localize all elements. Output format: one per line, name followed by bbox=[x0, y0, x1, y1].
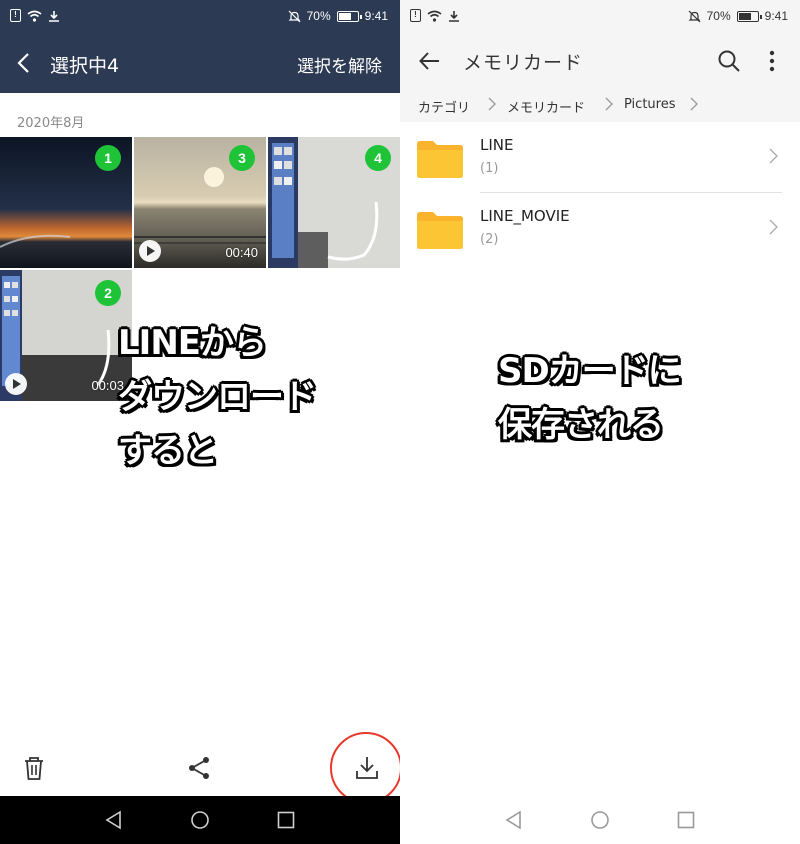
breadcrumb-item[interactable]: メモリカード bbox=[507, 97, 585, 116]
overlay-caption: SDカードに 保存される bbox=[498, 344, 682, 452]
status-bar: ! 70% 9:41 bbox=[0, 0, 400, 33]
folder-item-count: (1) bbox=[480, 161, 499, 176]
deselect-button[interactable]: 選択を解除 bbox=[297, 52, 382, 77]
notification-alert-icon: ! bbox=[410, 9, 421, 22]
video-thumbnail[interactable]: 3 00:40 bbox=[134, 137, 266, 268]
folder-row[interactable]: LINE (1) bbox=[400, 126, 800, 196]
page-title: 選択中4 bbox=[50, 55, 120, 77]
chevron-right-icon bbox=[488, 97, 496, 111]
more-options-icon[interactable] bbox=[766, 49, 778, 73]
nav-home-icon[interactable] bbox=[590, 810, 610, 830]
app-header: メモリカード bbox=[400, 33, 800, 88]
search-icon[interactable] bbox=[717, 49, 741, 73]
folder-name: LINE_MOVIE bbox=[480, 207, 570, 225]
wifi-icon bbox=[427, 10, 442, 22]
breadcrumb-item[interactable]: Pictures bbox=[624, 97, 675, 112]
download-status-icon bbox=[449, 10, 459, 22]
chevron-right-icon bbox=[769, 148, 778, 164]
breadcrumb: カテゴリ メモリカード Pictures bbox=[400, 88, 800, 122]
chevron-right-icon bbox=[769, 219, 778, 235]
date-section-label: 2020年8月 bbox=[17, 116, 85, 131]
caption-line: ダウンロード bbox=[118, 377, 317, 417]
caption-line: 保存される bbox=[498, 405, 664, 445]
selection-number-badge: 2 bbox=[95, 280, 121, 306]
bell-muted-icon bbox=[288, 10, 301, 22]
trash-icon[interactable] bbox=[20, 754, 48, 782]
back-chevron-icon[interactable] bbox=[14, 51, 36, 75]
status-bar: ! 70% 9:41 bbox=[400, 0, 800, 33]
overlay-caption: LINEから ダウンロード すると bbox=[118, 316, 317, 478]
bell-muted-icon bbox=[688, 10, 701, 22]
folder-name: LINE bbox=[480, 136, 514, 154]
caption-line: すると bbox=[118, 431, 218, 471]
list-divider bbox=[480, 192, 782, 193]
photo-thumbnail[interactable]: 4 bbox=[268, 137, 400, 268]
share-icon[interactable] bbox=[186, 754, 214, 782]
selection-number-badge: 4 bbox=[365, 145, 391, 171]
download-status-icon bbox=[49, 10, 59, 22]
chevron-right-icon bbox=[690, 97, 698, 111]
back-arrow-icon[interactable] bbox=[418, 49, 442, 73]
battery-percent: 70% bbox=[306, 9, 331, 23]
system-nav-bar bbox=[400, 796, 800, 844]
play-icon bbox=[139, 240, 161, 262]
nav-back-icon[interactable] bbox=[504, 810, 524, 830]
folder-icon bbox=[417, 141, 463, 178]
line-album-screen: ! 70% 9:41 選択中4 選択を解除 2020年8月 1 3 00:40 … bbox=[0, 0, 400, 844]
system-nav-bar bbox=[0, 796, 400, 844]
breadcrumb-item[interactable]: カテゴリ bbox=[418, 97, 470, 116]
notification-alert-icon: ! bbox=[10, 9, 21, 22]
file-manager-screen: ! 70% 9:41 メモリカード カテゴリ メモリカード Pictures L… bbox=[400, 0, 800, 844]
play-icon bbox=[5, 373, 27, 395]
battery-icon bbox=[736, 10, 762, 22]
battery-icon bbox=[336, 10, 362, 22]
chevron-right-icon bbox=[605, 97, 613, 111]
download-highlight-circle bbox=[330, 732, 400, 804]
folder-icon bbox=[417, 212, 463, 249]
clock: 9:41 bbox=[364, 9, 388, 23]
caption-line: LINEから bbox=[118, 323, 267, 363]
wifi-icon bbox=[27, 10, 42, 22]
folder-item-count: (2) bbox=[480, 232, 499, 247]
nav-recents-icon[interactable] bbox=[276, 810, 296, 830]
selection-number-badge: 3 bbox=[229, 145, 255, 171]
clock: 9:41 bbox=[764, 9, 788, 23]
nav-back-icon[interactable] bbox=[104, 810, 124, 830]
nav-home-icon[interactable] bbox=[190, 810, 210, 830]
selection-number-badge: 1 bbox=[95, 145, 121, 171]
video-thumbnail[interactable]: 2 00:03 bbox=[0, 270, 132, 401]
folder-row[interactable]: LINE_MOVIE (2) bbox=[400, 197, 800, 267]
caption-line: SDカードに bbox=[498, 351, 682, 391]
page-title: メモリカード bbox=[463, 52, 584, 74]
photo-thumbnail[interactable]: 1 bbox=[0, 137, 132, 268]
video-duration: 00:40 bbox=[225, 245, 258, 260]
battery-percent: 70% bbox=[706, 9, 731, 23]
app-header: 選択中4 選択を解除 bbox=[0, 33, 400, 93]
nav-recents-icon[interactable] bbox=[676, 810, 696, 830]
